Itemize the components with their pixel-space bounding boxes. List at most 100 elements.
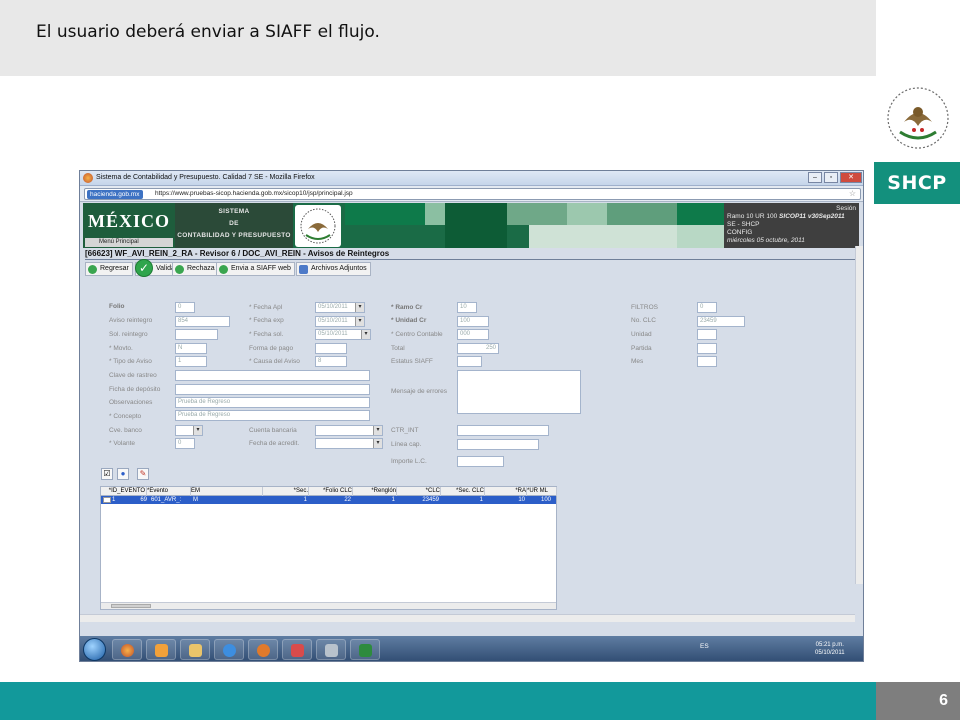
clave-rastreo-field[interactable] xyxy=(175,370,370,381)
row-em: M xyxy=(193,497,198,503)
table-row[interactable]: 1 69 601_AVR_: M 1 22 1 23459 1 10 100 xyxy=(101,496,556,504)
concepto-field[interactable]: Prueba de Regreso xyxy=(175,410,370,421)
slide: El usuario deberá enviar a SIAFF el fluj… xyxy=(0,0,960,720)
slide-title: El usuario deberá enviar a SIAFF el fluj… xyxy=(36,22,380,42)
aviso-field[interactable]: 854 xyxy=(175,316,230,327)
rechaza-button[interactable]: Rechaza xyxy=(172,262,219,276)
attachment-icon xyxy=(299,265,308,274)
media-taskbar-icon[interactable] xyxy=(248,639,278,660)
concepto-label: * Concepto xyxy=(109,413,142,420)
mes-field[interactable] xyxy=(697,356,717,367)
maximize-button[interactable]: ▫ xyxy=(824,172,838,183)
centro-contable-field[interactable]: 000 xyxy=(457,329,489,340)
url-field[interactable]: hacienda.gob.mx https://www.pruebas-sico… xyxy=(84,188,861,200)
edit-icon[interactable]: ✎ xyxy=(137,468,149,480)
grid-header-cell[interactable]: *CLC xyxy=(397,487,441,496)
grid-header-cell[interactable]: *Renglón xyxy=(353,487,397,496)
paint-taskbar-icon[interactable] xyxy=(282,639,312,660)
no-clc-field[interactable]: 23459 xyxy=(697,316,745,327)
movto-field[interactable]: N xyxy=(175,343,207,354)
reject-icon xyxy=(175,265,184,274)
national-seal-icon xyxy=(887,87,949,149)
linea-cap-label: Línea cap. xyxy=(391,441,422,448)
grid-header-cell[interactable]: *Sec. CLC xyxy=(441,487,485,496)
select-all-checkbox-icon[interactable]: ☑ xyxy=(101,468,113,480)
row-clc: 23459 xyxy=(422,497,439,503)
horizontal-scrollbar[interactable] xyxy=(80,614,855,622)
filtros-field[interactable]: 0 xyxy=(697,302,717,313)
validar-check-icon[interactable]: ✓ xyxy=(135,259,153,277)
fecha-acredit-select[interactable] xyxy=(315,438,383,449)
firefox-taskbar-icon[interactable] xyxy=(112,639,142,660)
ctr-int-label: CTR_INT xyxy=(391,427,419,434)
grid-header-cell[interactable]: *UR ML xyxy=(527,487,557,496)
partida-field[interactable] xyxy=(697,343,717,354)
banner-tile xyxy=(607,203,677,225)
screenshot: Sistema de Contabilidad y Presupuesto. C… xyxy=(79,170,864,662)
unidad-cr-field[interactable]: 100 xyxy=(457,316,489,327)
cuenta-bancaria-select[interactable] xyxy=(315,425,383,436)
session-label[interactable]: Sesión xyxy=(727,205,856,213)
ie-taskbar-icon[interactable] xyxy=(214,639,244,660)
grid-header-cell[interactable]: *Evento xyxy=(147,487,191,496)
row-checkbox[interactable] xyxy=(103,497,111,503)
outlook-taskbar-icon[interactable] xyxy=(146,639,176,660)
ramo-cr-field[interactable]: 10 xyxy=(457,302,477,313)
grid-header-cell[interactable]: *Sec. xyxy=(263,487,309,496)
cve-banco-select[interactable] xyxy=(175,425,203,436)
bookmark-star-icon[interactable]: ☆ xyxy=(849,189,856,198)
enviar-siaff-button[interactable]: Envia a SIAFF web xyxy=(216,262,295,276)
regresar-button[interactable]: Regresar xyxy=(85,262,133,276)
minimize-button[interactable]: – xyxy=(808,172,822,183)
banner-tile xyxy=(677,225,724,248)
session-version: SICOP11 v30Sep2011 xyxy=(779,213,845,220)
ramo-cr-label: * Ramo Cr xyxy=(391,304,423,311)
archivos-adjuntos-button[interactable]: Archivos Adjuntos xyxy=(296,262,371,276)
volante-field[interactable]: 0 xyxy=(175,438,195,449)
observaciones-field[interactable]: Prueba de Regreso xyxy=(175,397,370,408)
row-id-evento: 69 xyxy=(140,497,147,503)
tipo-aviso-field[interactable]: 1 xyxy=(175,356,207,367)
language-indicator[interactable]: ES xyxy=(700,643,709,650)
grid-header-cell[interactable]: EM xyxy=(191,487,263,496)
grid-header: *ID_EVENTO *Evento EM *Sec. *Folio CLC *… xyxy=(101,487,557,496)
banner-tile xyxy=(345,203,425,225)
causa-aviso-field[interactable]: 8 xyxy=(315,356,347,367)
add-row-icon[interactable]: ● xyxy=(117,468,129,480)
grid-header-cell[interactable]: *Folio CLC xyxy=(309,487,353,496)
excel-taskbar-icon[interactable] xyxy=(350,639,380,660)
unidad-field[interactable] xyxy=(697,329,717,340)
start-button[interactable] xyxy=(83,638,106,661)
grid-horizontal-scrollbar[interactable] xyxy=(101,602,556,609)
close-button[interactable]: ✕ xyxy=(840,172,862,183)
grid-header-cell[interactable]: *RA xyxy=(485,487,527,496)
movto-label: * Movto. xyxy=(109,345,133,352)
linea-cap-field[interactable] xyxy=(457,439,539,450)
ficha-field[interactable] xyxy=(175,384,370,395)
vertical-scrollbar[interactable] xyxy=(855,246,863,584)
session-info: Sesión Ramo 10 UR 100 SICOP11 v30Sep2011… xyxy=(724,203,859,248)
estatus-siaff-field[interactable] xyxy=(457,356,482,367)
total-field[interactable]: 250 xyxy=(457,343,499,354)
clock[interactable]: 05:21 p.m. 05/10/2011 xyxy=(815,641,845,657)
row-evento: 601_AVR_: xyxy=(151,497,182,503)
fecha-exp-field[interactable]: 05/10/2011 xyxy=(315,316,365,327)
fecha-sol-field[interactable]: 05/10/2011 xyxy=(315,329,371,340)
sol-field[interactable] xyxy=(175,329,218,340)
mensaje-errores-field[interactable] xyxy=(457,370,581,414)
folio-field[interactable]: 0 xyxy=(175,302,195,313)
explorer-taskbar-icon[interactable] xyxy=(180,639,210,660)
mes-label: Mes xyxy=(631,358,644,365)
scroll-thumb[interactable] xyxy=(111,604,151,608)
ctr-int-field[interactable] xyxy=(457,425,549,436)
menu-principal[interactable]: Menú Principal xyxy=(85,238,173,247)
toolbar: Regresar Validar ✓ Rechaza Envia a SIAFF… xyxy=(83,259,859,277)
fecha-apl-field[interactable]: 05/10/2011 xyxy=(315,302,365,313)
importe-lc-field[interactable] xyxy=(457,456,504,467)
unidad-cr-label: * Unidad Cr xyxy=(391,317,427,324)
tool-taskbar-icon[interactable] xyxy=(316,639,346,660)
grid-header-cell[interactable]: *ID_EVENTO xyxy=(101,487,147,496)
forma-pago-field[interactable] xyxy=(315,343,347,354)
sol-label: Sol. reintegro xyxy=(109,331,148,338)
site-identity-badge[interactable]: hacienda.gob.mx xyxy=(87,190,143,199)
